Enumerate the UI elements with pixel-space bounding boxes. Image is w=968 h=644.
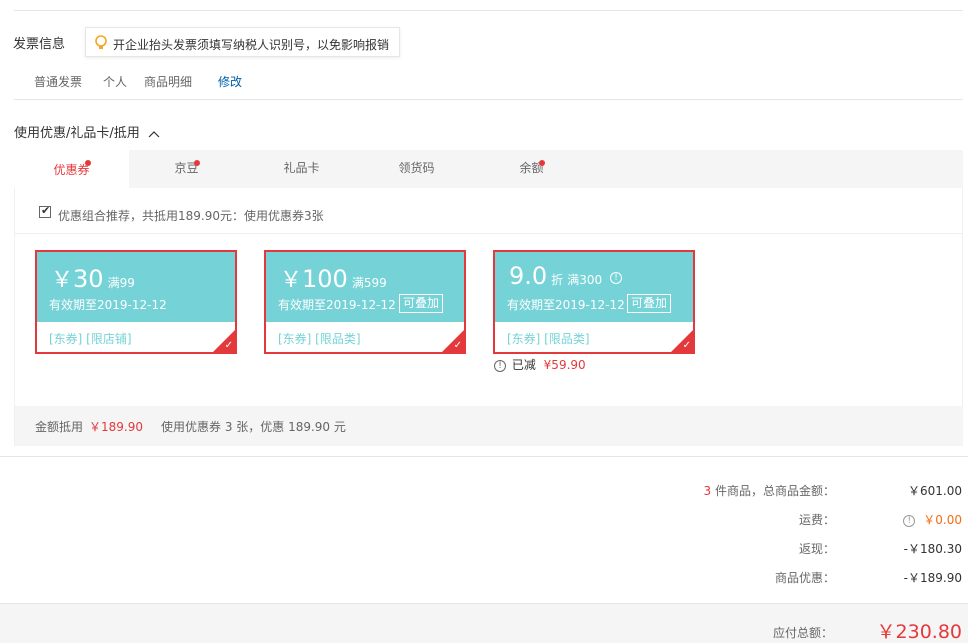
stackable-badge: 可叠加: [399, 294, 444, 313]
coupon-value: 100: [302, 265, 348, 293]
coupon-tags: [东券] [限店铺]: [49, 332, 132, 346]
stackable-badge: 可叠加: [627, 294, 672, 313]
payable-value: ￥230.80: [876, 621, 962, 643]
discount-summary-bar: 金额抵用 ￥189.90 使用优惠券 3 张，优惠 189.90 元: [15, 406, 963, 446]
coupon-face: ￥30 满99 有效期至2019-12-12: [37, 252, 235, 322]
discount-reduced: ! 已减 ¥59.90: [494, 356, 586, 373]
summary-text: 使用优惠券 3 张，优惠 189.90 元: [161, 420, 346, 434]
invoice-type: 普通发票: [34, 75, 83, 89]
recommend-divider: [15, 233, 963, 234]
coupon-condition: 满99: [107, 276, 135, 290]
coupon-face: 9.0 折满300 ! 有效期至2019-12-12 可叠加: [495, 252, 693, 322]
checkmark-icon: ✔: [41, 204, 51, 217]
coupon-card[interactable]: ￥100 满599 有效期至2019-12-12 可叠加 [东券] [限品类] ✓: [264, 250, 466, 354]
invoice-tip-text: 开企业抬头发票须填写纳税人识别号，以免影响报销: [113, 38, 390, 52]
top-divider: [14, 10, 963, 11]
coupon-value: 9.0: [509, 262, 548, 290]
coupon-amount: ￥100 满599: [280, 262, 387, 294]
promo-label: 商品优惠：: [774, 571, 835, 585]
freight-label: 运费：: [798, 513, 835, 527]
coupon-tags: [东券] [限品类]: [507, 332, 590, 346]
coupon-tags: [东券] [限品类]: [278, 332, 361, 346]
coupon-amount: ￥30 满99: [51, 262, 135, 294]
tab-pickup-code[interactable]: 领货码: [359, 150, 474, 188]
coupon-amount: 9.0 折满300 !: [509, 262, 623, 290]
invoice-title: 发票信息: [13, 37, 66, 52]
coupon-value: 30: [73, 265, 104, 293]
tab-coupons-label: 优惠券: [53, 163, 90, 177]
check-icon: ✓: [453, 340, 462, 351]
invoice-divider: [14, 99, 963, 100]
discount-section-toggle[interactable]: 使用优惠/礼品卡/抵用: [14, 122, 160, 141]
coupon-face: ￥100 满599 有效期至2019-12-12 可叠加: [266, 252, 464, 322]
recommend-text: 优惠组合推荐，共抵用189.90元：使用优惠券3张: [58, 209, 324, 223]
invoice-header: 个人: [103, 75, 128, 89]
tab-coupons[interactable]: 优惠券: [14, 150, 129, 188]
discount-section-title: 使用优惠/礼品卡/抵用: [14, 126, 140, 141]
freight-value: ￥0.00: [923, 513, 962, 527]
reduced-value: ¥59.90: [543, 358, 586, 372]
payable-bar: 应付总额： ￥230.80: [0, 603, 968, 643]
recommend-checkbox[interactable]: ✔: [39, 204, 51, 218]
coupon-condition: 满300: [567, 273, 603, 287]
reduced-label: 已减: [511, 358, 536, 372]
info-icon[interactable]: !: [610, 272, 623, 284]
goods-total-label: 3 件商品，总商品金额：: [704, 482, 835, 499]
coupon-validity: 有效期至2019-12-12: [507, 298, 625, 312]
coupon-unit: 折: [551, 273, 564, 287]
goods-count: 3: [703, 484, 712, 498]
totals-divider: [0, 456, 968, 457]
summary-value: ￥189.90: [89, 420, 143, 434]
summary-label: 金额抵用: [35, 420, 84, 434]
cashback-label: 返现：: [798, 542, 835, 556]
invoice-edit-link[interactable]: 修改: [218, 73, 242, 90]
coupons-dot: [85, 160, 91, 166]
tab-balance[interactable]: 余额: [474, 150, 589, 188]
tab-jingdou[interactable]: 京豆: [129, 150, 244, 188]
check-icon: ✓: [682, 340, 691, 351]
promo-value: -￥189.90: [903, 571, 962, 585]
currency-symbol: ￥: [51, 268, 74, 293]
goods-total-value: ￥601.00: [908, 484, 962, 498]
tab-giftcard-label: 礼品卡: [283, 161, 320, 175]
jingdou-dot: [194, 160, 200, 166]
chevron-up-icon: [148, 130, 160, 137]
tab-pickup-code-label: 领货码: [398, 161, 435, 175]
lightbulb-icon: [95, 35, 107, 49]
freight-row: ! ￥0.00: [903, 511, 962, 528]
invoice-content: 商品明细: [144, 75, 193, 89]
check-icon: ✓: [224, 340, 233, 351]
balance-dot: [539, 160, 545, 166]
cashback-value: -￥180.30: [903, 542, 962, 556]
coupon-card[interactable]: 9.0 折满300 ! 有效期至2019-12-12 可叠加 [东券] [限品类]…: [493, 250, 695, 354]
tab-giftcard[interactable]: 礼品卡: [244, 150, 359, 188]
discount-tabs: 优惠券 京豆 礼品卡 领货码 余额: [14, 150, 963, 188]
goods-label: 件商品，总商品金额：: [714, 484, 835, 498]
coupon-card[interactable]: ￥30 满99 有效期至2019-12-12 [东券] [限店铺] ✓: [35, 250, 237, 354]
info-icon: !: [494, 359, 506, 372]
coupon-validity: 有效期至2019-12-12: [49, 298, 167, 312]
coupon-condition: 满599: [351, 276, 387, 290]
payable-label: 应付总额：: [772, 626, 833, 640]
info-icon[interactable]: !: [903, 514, 916, 527]
invoice-tip: 开企业抬头发票须填写纳税人识别号，以免影响报销: [85, 27, 400, 57]
currency-symbol: ￥: [280, 268, 303, 293]
coupon-validity: 有效期至2019-12-12: [278, 298, 396, 312]
